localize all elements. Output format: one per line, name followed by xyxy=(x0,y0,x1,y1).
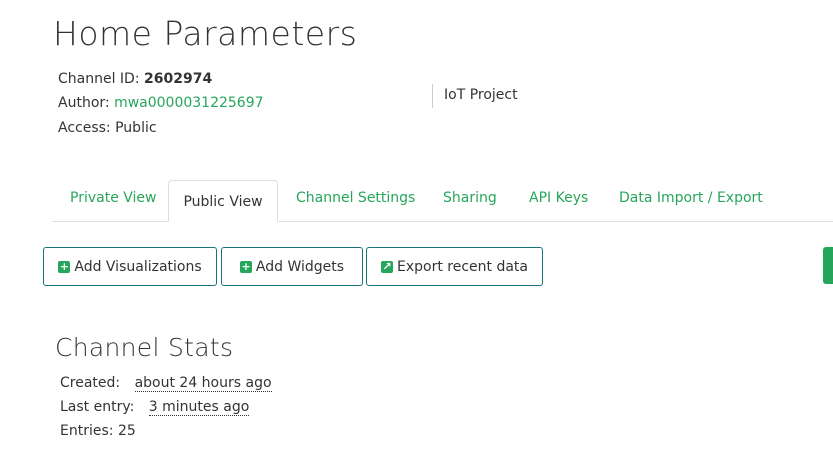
export-recent-data-button[interactable]: ↗ Export recent data xyxy=(366,247,543,286)
last-entry-label: Last entry: xyxy=(60,399,135,415)
tab-private-view[interactable]: Private View xyxy=(70,190,156,206)
access-row: Access: Public xyxy=(58,120,157,136)
author-row: Author: mwa0000031225697 xyxy=(58,95,264,111)
entries-label: Entries: xyxy=(60,423,114,439)
export-recent-data-label: Export recent data xyxy=(397,258,528,275)
external-link-icon: ↗ xyxy=(381,259,393,273)
tab-channel-settings[interactable]: Channel Settings xyxy=(296,190,415,206)
plus-square-icon: + xyxy=(58,259,71,273)
add-visualizations-label: Add Visualizations xyxy=(74,258,202,275)
author-link[interactable]: mwa0000031225697 xyxy=(114,95,263,111)
offscreen-green-button[interactable] xyxy=(823,247,833,284)
created-label: Created: xyxy=(60,375,121,391)
channel-id-value: 2602974 xyxy=(144,71,213,87)
channel-id-row: Channel ID: 2602974 xyxy=(58,71,212,87)
add-widgets-label: Add Widgets xyxy=(255,258,345,275)
channel-tag[interactable]: IoT Project xyxy=(444,87,518,103)
add-widgets-button[interactable]: + Add Widgets xyxy=(221,247,363,286)
channel-id-label: Channel ID: xyxy=(58,71,140,87)
created-value: about 24 hours ago xyxy=(134,375,272,392)
access-label: Access: xyxy=(58,120,111,136)
channel-stats-title: Channel Stats xyxy=(55,333,234,362)
access-value: Public xyxy=(115,120,157,136)
tab-api-keys[interactable]: API Keys xyxy=(529,190,588,206)
created-row: Created: about 24 hours ago xyxy=(60,375,272,392)
tab-data-import-export[interactable]: Data Import / Export xyxy=(619,190,763,206)
plus-square-icon: + xyxy=(239,259,252,273)
author-label: Author: xyxy=(58,95,110,111)
entries-row: Entries: 25 xyxy=(60,423,136,439)
entries-value: 25 xyxy=(117,423,136,439)
add-visualizations-button[interactable]: + Add Visualizations xyxy=(43,247,217,286)
tab-sharing[interactable]: Sharing xyxy=(443,190,497,206)
meta-divider xyxy=(432,84,433,108)
last-entry-row: Last entry: 3 minutes ago xyxy=(60,399,250,416)
last-entry-value: 3 minutes ago xyxy=(148,399,250,416)
page-title: Home Parameters xyxy=(53,14,358,53)
tab-public-view[interactable]: Public View xyxy=(168,180,278,222)
